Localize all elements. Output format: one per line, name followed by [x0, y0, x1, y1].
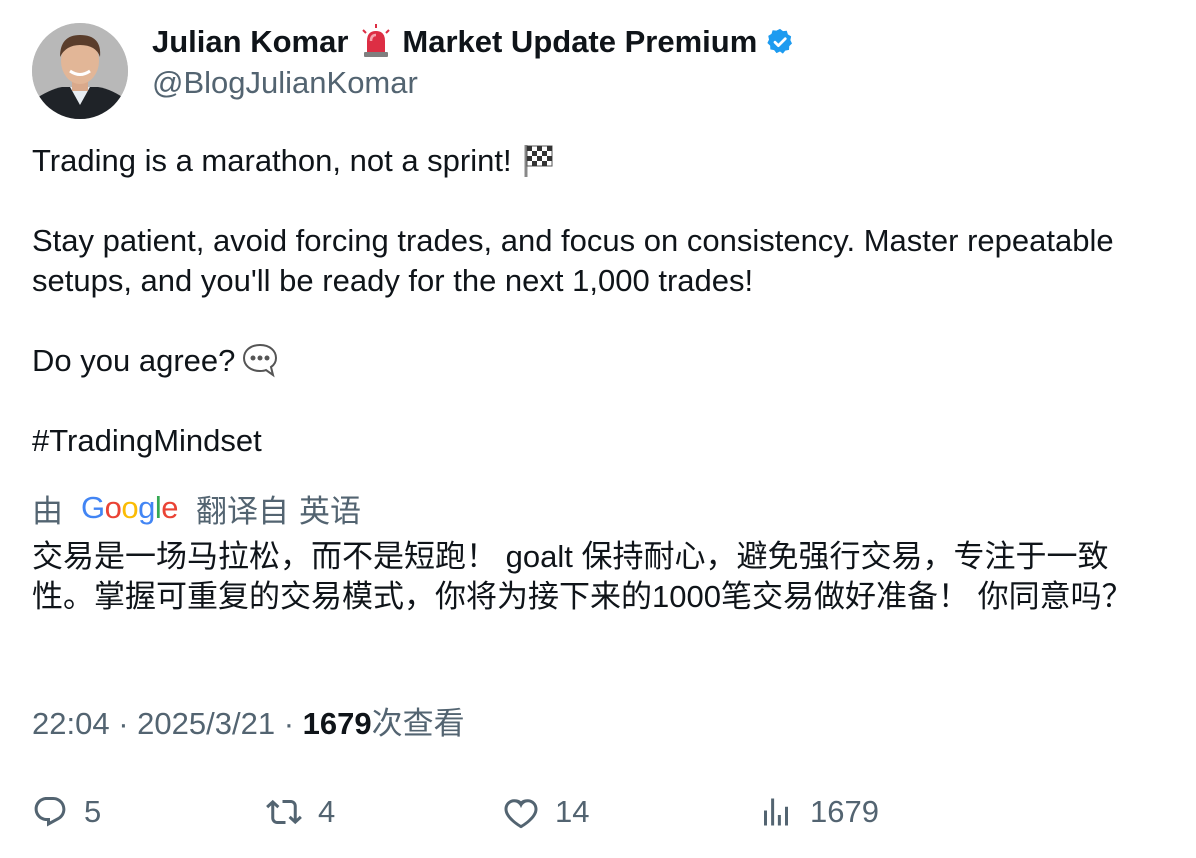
tweet-meta: 22:04 · 2025/3/21 · 1679次查看 [32, 704, 465, 744]
views-label: 次查看 [371, 706, 465, 741]
meta-separator: · [283, 706, 295, 741]
checkered-flag-emoji-icon [518, 141, 556, 179]
retweet-icon [266, 799, 302, 825]
speech-bubble-emoji-icon [241, 341, 279, 379]
tweet-line-3: Do you agree? [32, 341, 1167, 381]
views-button[interactable]: 1679 [758, 790, 879, 834]
google-logo: Google [81, 490, 179, 526]
display-name-part2: Market Update Premium [402, 24, 758, 59]
siren-emoji-icon [358, 24, 394, 60]
google-letter: g [138, 490, 155, 525]
action-bar: 5 4 14 1679 [32, 790, 1162, 834]
display-name-part1: Julian Komar [152, 24, 349, 59]
tweet-line-1: Trading is a marathon, not a sprint! [32, 141, 1167, 181]
retweet-count: 4 [318, 794, 336, 829]
author-handle[interactable]: @BlogJulianKomar [152, 63, 795, 103]
avatar-image [32, 23, 128, 119]
like-count: 14 [555, 794, 590, 829]
display-name[interactable]: Julian Komar Market Update Premium [152, 23, 795, 61]
heart-icon [504, 799, 538, 829]
retweet-button[interactable]: 4 [266, 790, 335, 834]
tweet-line-3-text: Do you agree? [32, 343, 236, 378]
author-names: Julian Komar Market Update Premium @Blog… [152, 23, 795, 103]
views-count: 1679 [302, 706, 372, 741]
google-letter: o [121, 490, 139, 525]
verified-badge-icon[interactable] [765, 27, 795, 57]
tweet-time[interactable]: 22:04 [32, 706, 110, 741]
translation-attribution: 由 Google 翻译自 英语 [32, 488, 362, 529]
tweet-date[interactable]: 2025/3/21 [137, 706, 275, 741]
bar-chart-icon [764, 798, 788, 826]
google-letter: e [161, 490, 179, 525]
hashtag-link[interactable]: #TradingMindset [32, 421, 1167, 461]
translation-prefix: 由 [32, 493, 63, 529]
avatar[interactable] [32, 23, 128, 119]
translation-suffix-1: 翻译自 [196, 493, 290, 529]
reply-button[interactable]: 5 [32, 790, 101, 834]
tweet-text: Trading is a marathon, not a sprint! Sta… [32, 141, 1167, 461]
google-letter: o [104, 490, 122, 525]
meta-separator: · [118, 706, 129, 741]
translated-text: 交易是一场马拉松，而不是短跑！ goalt 保持耐心，避免强行交易，专注于一致性… [32, 539, 1133, 614]
reply-icon [34, 797, 66, 827]
translation-suffix-2: 英语 [299, 493, 362, 529]
tweet-line-1-text: Trading is a marathon, not a sprint! [32, 143, 512, 178]
google-letter: G [81, 490, 105, 525]
views-action-count: 1679 [810, 794, 879, 829]
like-button[interactable]: 14 [503, 790, 589, 834]
reply-count: 5 [84, 794, 102, 829]
tweet-header: Julian Komar Market Update Premium @Blog… [32, 23, 1162, 121]
tweet-line-2: Stay patient, avoid forcing trades, and … [32, 223, 1114, 298]
